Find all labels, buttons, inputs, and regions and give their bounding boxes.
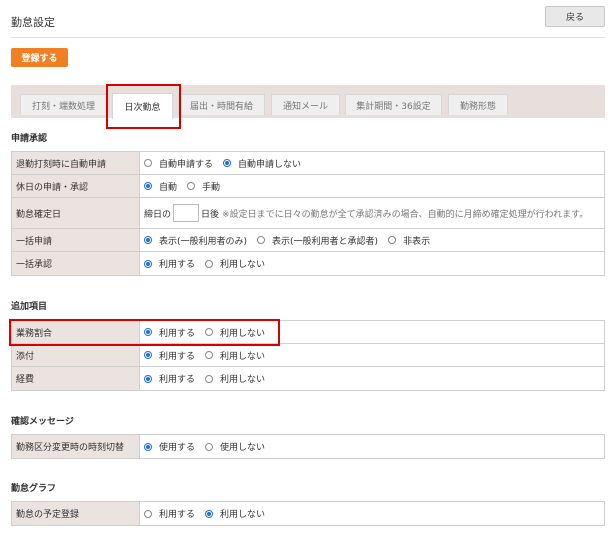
row-label: 一括申請 — [12, 229, 140, 251]
radio-option[interactable]: 自動申請しない — [223, 157, 301, 170]
section-title-confirm: 確認メッセージ — [11, 417, 74, 427]
confirm-day-input[interactable] — [173, 204, 200, 222]
radio-icon[interactable] — [144, 509, 152, 518]
approval-table: 退勤打刻時に自動申請 自動申請する 自動申請しない 休日の申請・承認 自動 手動… — [11, 151, 605, 276]
radio-checked-icon[interactable] — [144, 259, 152, 268]
row-label: 休日の申請・承認 — [12, 175, 140, 197]
radio-checked-icon[interactable] — [144, 328, 152, 336]
row-label: 勤怠確定日 — [12, 198, 140, 228]
section-title-graph: 勤怠グラフ — [11, 484, 57, 494]
radio-checked-icon[interactable] — [144, 351, 152, 359]
radio-option[interactable]: 利用しない — [205, 257, 265, 270]
tab-period-36[interactable]: 集計期間・36設定 — [345, 94, 442, 115]
row-label: 添付 — [12, 344, 140, 366]
radio-icon[interactable] — [144, 159, 152, 167]
title-divider — [11, 37, 605, 38]
radio-icon[interactable] — [205, 442, 214, 451]
radio-icon[interactable] — [205, 328, 214, 336]
tab-requests-hourly-leave[interactable]: 届出・時間有給 — [178, 94, 265, 115]
radio-option[interactable]: 利用しない — [205, 326, 265, 339]
radio-option[interactable]: 利用する — [144, 507, 195, 520]
settings-row: 勤怠確定日 締日の 日後 ※設定日までに日々の勤怠が全て承認済みの場合、自動的に… — [12, 198, 604, 229]
radio-icon[interactable] — [187, 182, 196, 190]
radio-option[interactable]: 手動 — [187, 180, 220, 193]
tab-bar: 打刻・端数処理 日次勤怠 届出・時間有給 通知メール 集計期間・36設定 勤務形… — [11, 85, 605, 119]
tab-notification-mail[interactable]: 通知メール — [271, 94, 340, 115]
radio-icon[interactable] — [388, 236, 397, 244]
page-title: 勤怠設定 — [11, 16, 55, 29]
radio-option[interactable]: 自動申請する — [144, 157, 213, 170]
row-label: 一括承認 — [12, 252, 140, 275]
radio-checked-icon[interactable] — [144, 442, 152, 451]
radio-option[interactable]: 非表示 — [388, 234, 430, 247]
radio-option[interactable]: 利用しない — [205, 372, 265, 385]
row-label: 業務割合 — [12, 321, 140, 343]
settings-row: 一括申請 表示(一般利用者のみ) 表示(一般利用者と承認者) 非表示 — [12, 229, 604, 252]
graph-table: 勤怠の予定登録 利用する 利用しない — [11, 501, 605, 526]
back-button[interactable]: 戻る — [545, 6, 605, 27]
radio-option[interactable]: 表示(一般利用者と承認者) — [257, 234, 378, 247]
row-label: 経費 — [12, 367, 140, 390]
settings-row: 勤務区分変更時の時刻切替 使用する 使用しない — [12, 435, 604, 458]
settings-row: 退勤打刻時に自動申請 自動申請する 自動申請しない — [12, 152, 604, 175]
section-title-additional: 追加項目 — [11, 302, 48, 312]
additional-table: 業務割合 利用する 利用しない 添付 利用する 利用しない 経費 利用する 利用… — [11, 320, 605, 391]
radio-checked-icon[interactable] — [144, 182, 152, 190]
register-button[interactable]: 登録する — [11, 48, 68, 67]
tab-daily-attendance[interactable]: 日次勤怠 — [112, 93, 173, 119]
confirm-day-suffix: 日後 — [201, 209, 220, 220]
radio-option[interactable]: 利用する — [144, 349, 195, 362]
row-label: 勤務区分変更時の時刻切替 — [12, 435, 140, 458]
radio-option[interactable]: 自動 — [144, 180, 177, 193]
settings-row: 添付 利用する 利用しない — [12, 344, 604, 367]
radio-option[interactable]: 利用する — [144, 372, 195, 385]
confirm-day-prefix: 締日の — [144, 209, 172, 220]
radio-icon[interactable] — [205, 351, 214, 359]
radio-option[interactable]: 使用しない — [205, 440, 265, 453]
row-label: 退勤打刻時に自動申請 — [12, 152, 140, 174]
radio-checked-icon[interactable] — [223, 159, 232, 167]
radio-option[interactable]: 利用する — [144, 257, 195, 270]
confirm-day-note: ※設定日までに日々の勤怠が全て承認済みの場合、自動的に月締め確定処理が行われます… — [222, 209, 589, 220]
tab-work-pattern[interactable]: 勤務形態 — [448, 94, 508, 115]
settings-row: 業務割合 利用する 利用しない — [12, 321, 604, 344]
radio-icon[interactable] — [257, 236, 266, 244]
section-title-approval: 申請承認 — [11, 134, 48, 144]
settings-row: 一括承認 利用する 利用しない — [12, 252, 604, 275]
radio-option[interactable]: 利用する — [144, 326, 195, 339]
settings-row: 休日の申請・承認 自動 手動 — [12, 175, 604, 198]
row-label: 勤怠の予定登録 — [12, 502, 140, 525]
radio-option[interactable]: 利用しない — [205, 349, 265, 362]
tab-stamp-rounding[interactable]: 打刻・端数処理 — [20, 94, 107, 115]
radio-option[interactable]: 表示(一般利用者のみ) — [144, 234, 247, 247]
radio-checked-icon[interactable] — [144, 236, 152, 244]
settings-row: 経費 利用する 利用しない — [12, 367, 604, 390]
radio-checked-icon[interactable] — [144, 374, 152, 383]
radio-option[interactable]: 利用しない — [205, 507, 265, 520]
radio-option[interactable]: 使用する — [144, 440, 195, 453]
radio-icon[interactable] — [205, 374, 214, 383]
confirm-table: 勤務区分変更時の時刻切替 使用する 使用しない — [11, 434, 605, 459]
radio-checked-icon[interactable] — [205, 509, 214, 518]
radio-icon[interactable] — [205, 259, 214, 268]
settings-row: 勤怠の予定登録 利用する 利用しない — [12, 502, 604, 525]
